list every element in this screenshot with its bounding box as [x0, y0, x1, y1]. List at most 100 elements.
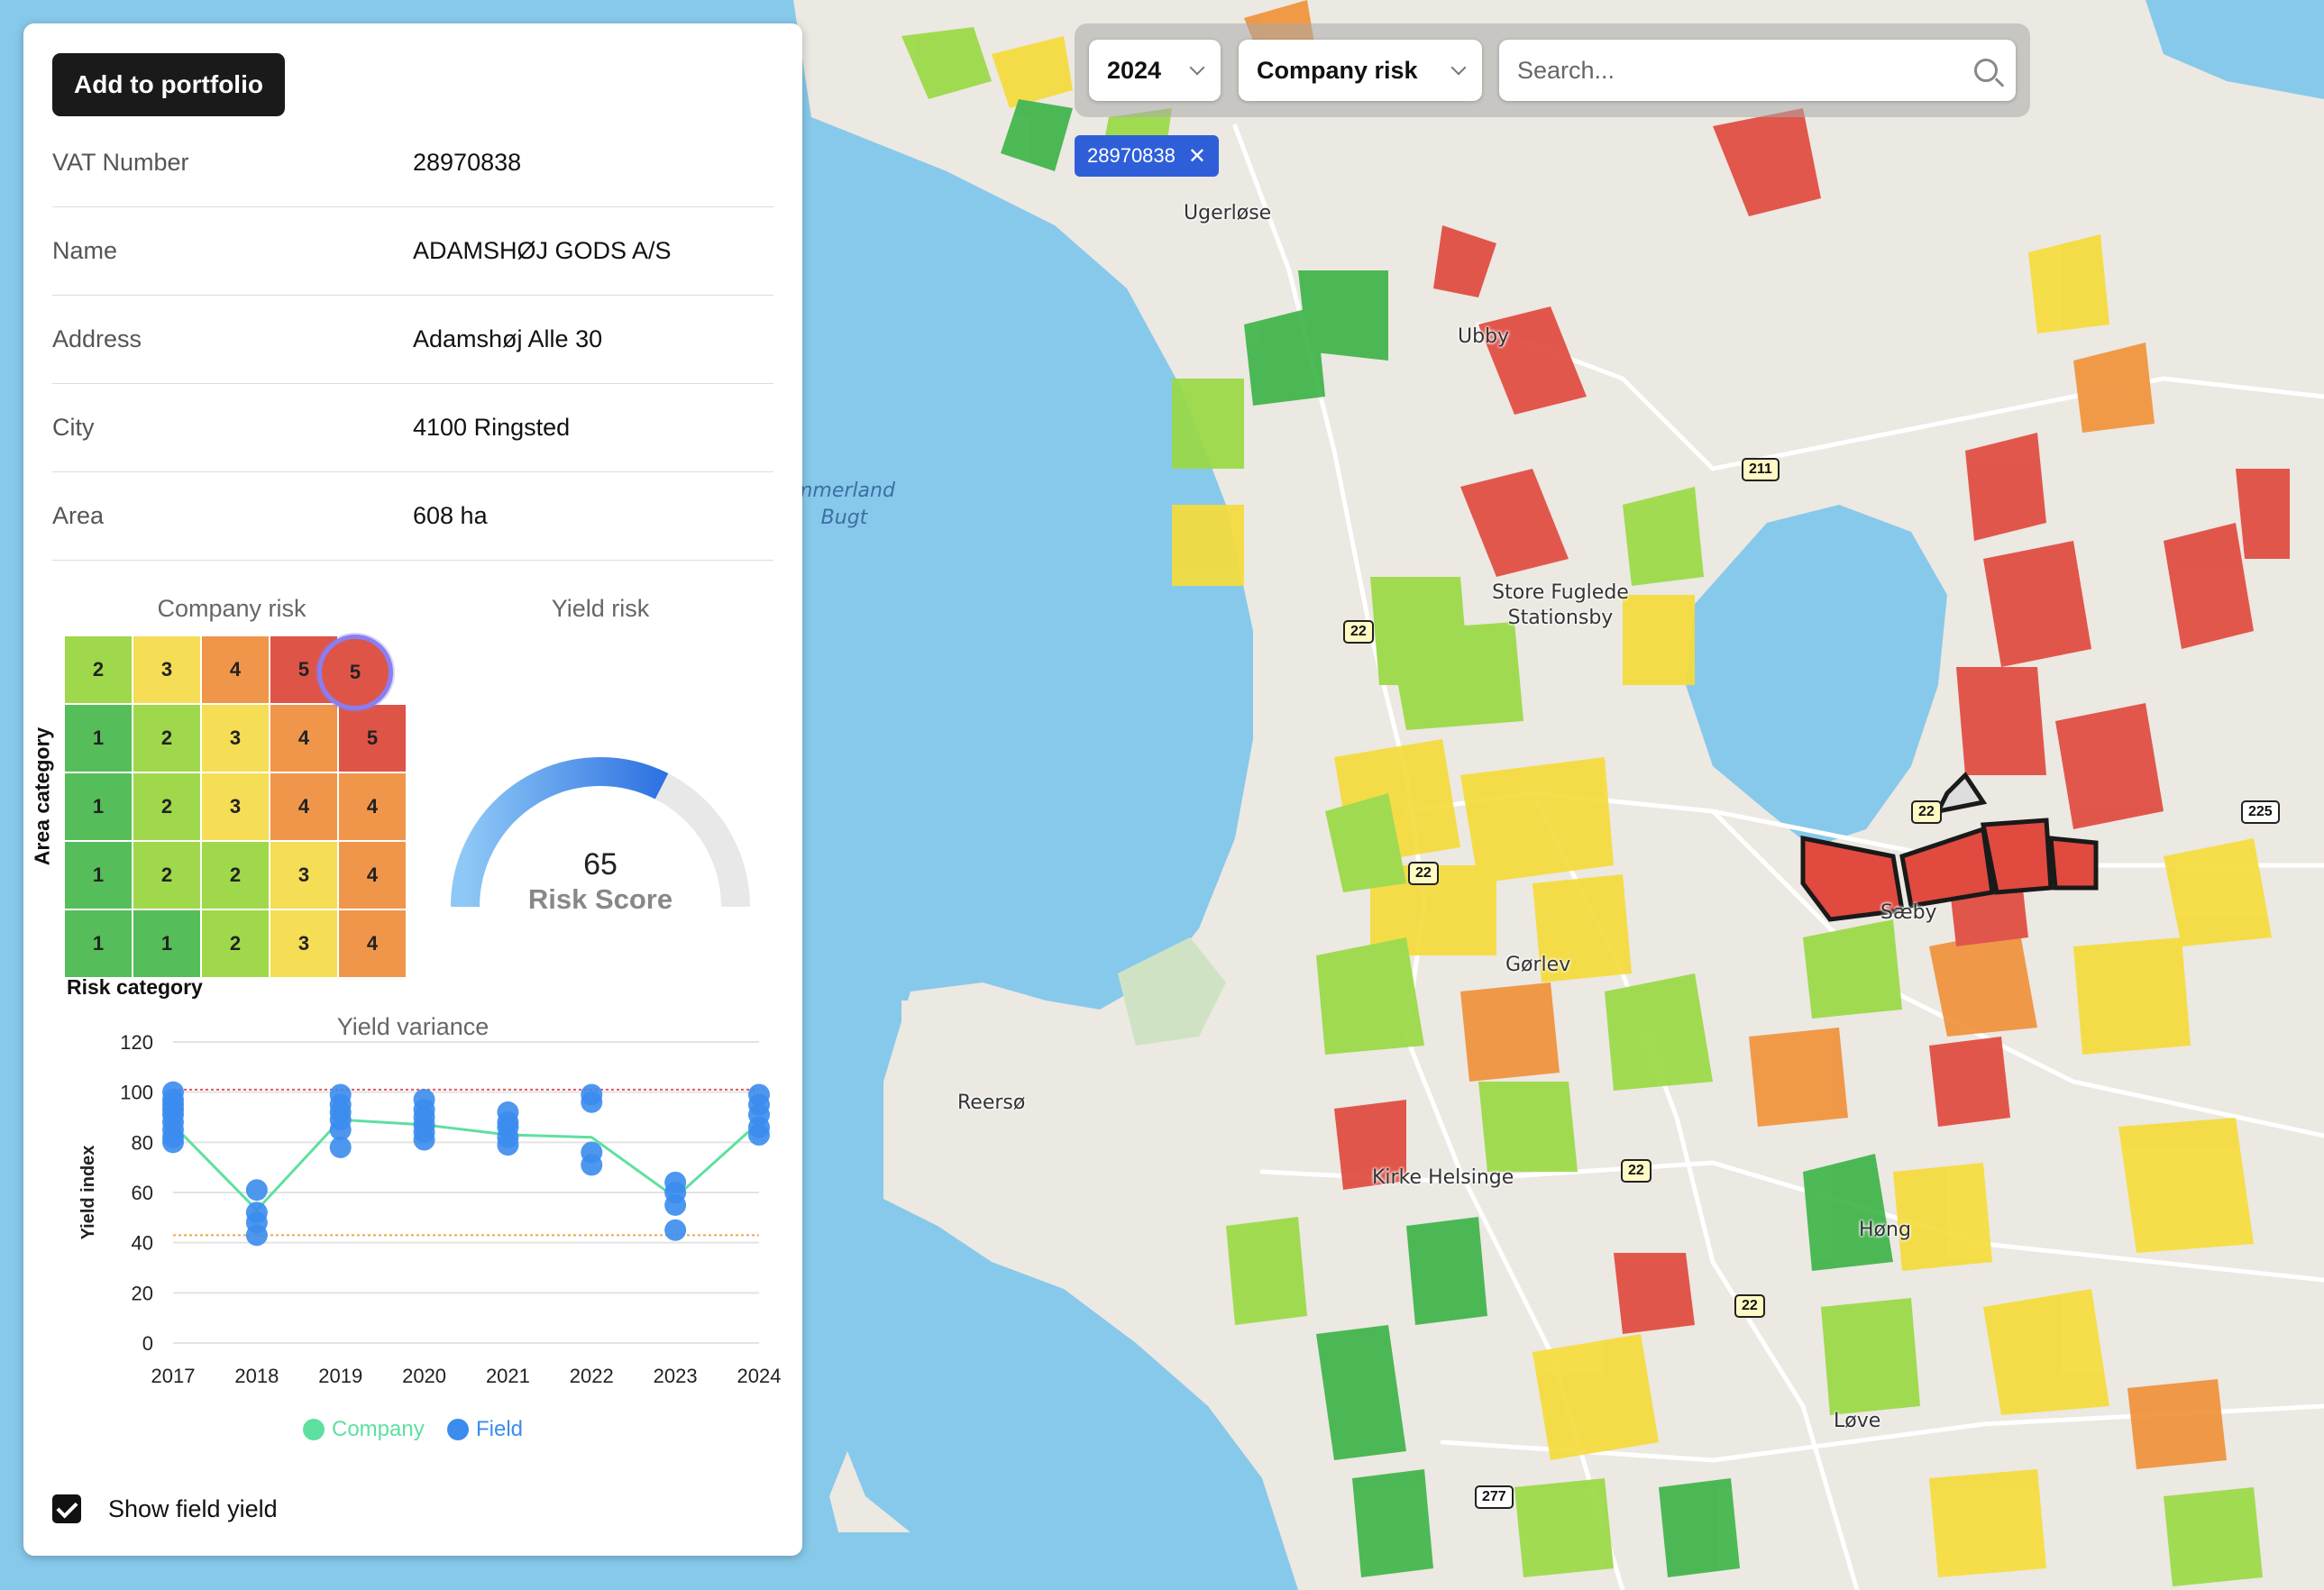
- risk-matrix-cell: 4: [270, 705, 337, 772]
- info-value: 608 ha: [413, 502, 488, 529]
- legend-dot-field: [447, 1419, 469, 1440]
- x-tick-label: 2021: [486, 1365, 530, 1387]
- selected-company-chip[interactable]: 28970838 ✕: [1075, 135, 1219, 177]
- legend-dot-company: [303, 1419, 325, 1440]
- risk-matrix-cell: 1: [65, 773, 132, 840]
- field-point: [413, 1129, 435, 1151]
- risk-matrix-cell: 1: [65, 842, 132, 909]
- info-label: City: [52, 414, 95, 441]
- company-details-panel: Add to portfolio VAT Number 28970838 Nam…: [23, 23, 802, 1556]
- info-row-name: Name ADAMSHØJ GODS A/S: [52, 207, 773, 296]
- search-icon[interactable]: [1974, 59, 1998, 82]
- place-label: Løve: [1834, 1410, 1881, 1432]
- risk-matrix-cell: 4: [339, 842, 406, 909]
- risk-score-label: Risk Score: [527, 883, 673, 915]
- legend-company[interactable]: Company: [303, 1417, 425, 1442]
- risk-matrix-cell: 2: [202, 910, 269, 977]
- y-tick-label: 100: [120, 1082, 153, 1104]
- x-tick-label: 2023: [654, 1365, 698, 1387]
- show-field-yield-label: Show field yield: [108, 1494, 278, 1522]
- place-label: Kirke Helsinge: [1372, 1166, 1514, 1189]
- risk-matrix-cell: 4: [202, 636, 269, 703]
- yield-variance-chart: 0 20 40 60 80 100 120 2017 2018 2019 2020 2021 2022 2…: [78, 1031, 782, 1387]
- risk-matrix-cell: 5: [339, 705, 406, 772]
- close-icon[interactable]: ✕: [1188, 143, 1206, 169]
- layer-select[interactable]: Company risk: [1239, 40, 1482, 101]
- place-label: Reersø: [957, 1092, 1026, 1114]
- risk-score-value: 65: [583, 847, 618, 882]
- year-select-value: 2024: [1107, 56, 1162, 84]
- info-row-area: Area 608 ha: [52, 472, 773, 561]
- risk-matrix-cell: 4: [339, 773, 406, 840]
- field-point: [581, 1091, 603, 1113]
- water-label: mmerland Bugt: [793, 480, 895, 529]
- place-label: Høng: [1859, 1219, 1911, 1241]
- matrix-x-axis-label: Risk category: [67, 975, 203, 999]
- search-box[interactable]: [1499, 40, 2016, 101]
- road-shield: 22: [1734, 1294, 1765, 1318]
- risk-matrix-cell: 1: [65, 910, 132, 977]
- legend-label: Field: [476, 1417, 524, 1441]
- field-point: [664, 1219, 687, 1241]
- risk-matrix-cell: 3: [202, 773, 269, 840]
- risk-matrix-cell: 3: [270, 910, 337, 977]
- year-select[interactable]: 2024: [1089, 40, 1221, 101]
- place-label: Sæby: [1880, 901, 1937, 924]
- x-tick-label: 2022: [570, 1365, 614, 1387]
- info-value: ADAMSHØJ GODS A/S: [413, 237, 672, 264]
- info-label: Address: [52, 325, 142, 352]
- field-point: [581, 1154, 603, 1176]
- y-tick-label: 20: [132, 1282, 153, 1304]
- place-label: Gørlev: [1505, 954, 1571, 976]
- info-value: 28970838: [413, 149, 522, 176]
- chevron-down-icon: [1189, 59, 1205, 76]
- search-input[interactable]: [1517, 56, 1941, 85]
- legend-field[interactable]: Field: [447, 1417, 523, 1442]
- road-shield: 22: [1621, 1159, 1652, 1183]
- road-shield: 22: [1408, 862, 1439, 885]
- x-tick-label: 2024: [737, 1365, 782, 1387]
- field-point: [162, 1131, 184, 1154]
- risk-matrix-cell: 2: [133, 773, 200, 840]
- risk-matrix-cell: 4: [339, 910, 406, 977]
- y-tick-label: 60: [132, 1182, 153, 1204]
- info-label: VAT Number: [52, 149, 189, 176]
- x-tick-label: 2017: [151, 1365, 196, 1387]
- add-to-portfolio-button[interactable]: Add to portfolio: [52, 53, 285, 116]
- risk-matrix-cell: 2: [202, 842, 269, 909]
- place-label: Store Fuglede Stationsby: [1492, 581, 1629, 629]
- risk-matrix-cell: 1: [133, 910, 200, 977]
- risk-matrix-cell: 3: [202, 705, 269, 772]
- risk-matrix-cell: 4: [270, 773, 337, 840]
- info-row-address: Address Adamshøj Alle 30: [52, 296, 773, 384]
- road-shield: 22: [1911, 800, 1942, 824]
- field-point: [245, 1179, 268, 1202]
- layer-select-value: Company risk: [1257, 56, 1418, 84]
- risk-matrix-cell: 2: [65, 636, 132, 703]
- info-row-vat: VAT Number 28970838: [52, 119, 773, 207]
- risk-matrix-cell: 3: [133, 636, 200, 703]
- x-tick-label: 2019: [318, 1365, 362, 1387]
- y-tick-label: 120: [120, 1031, 153, 1054]
- risk-matrix-selected-cell: 5: [317, 635, 393, 710]
- yield-risk-title: Yield risk: [551, 595, 650, 622]
- road-shield: 225: [2241, 800, 2280, 824]
- chevron-down-icon: [1450, 59, 1467, 76]
- y-axis-label: Yield index: [78, 1146, 98, 1240]
- road-shield: 277: [1475, 1485, 1514, 1509]
- matrix-y-axis-label: Area category: [30, 726, 54, 866]
- place-label: Ugerløse: [1184, 202, 1272, 224]
- info-value: 4100 Ringsted: [413, 414, 571, 441]
- field-point: [664, 1193, 687, 1216]
- road-shield: 22: [1343, 620, 1374, 644]
- info-label: Area: [52, 502, 105, 529]
- field-point: [245, 1224, 268, 1247]
- field-point: [329, 1136, 352, 1158]
- field-point: [497, 1134, 519, 1156]
- show-field-yield-toggle[interactable]: Show field yield: [52, 1494, 278, 1523]
- y-tick-label: 0: [142, 1332, 153, 1355]
- field-point: [748, 1123, 770, 1146]
- y-tick-label: 40: [132, 1232, 153, 1255]
- checkbox-checked[interactable]: [52, 1494, 81, 1523]
- chip-label: 28970838: [1087, 144, 1176, 167]
